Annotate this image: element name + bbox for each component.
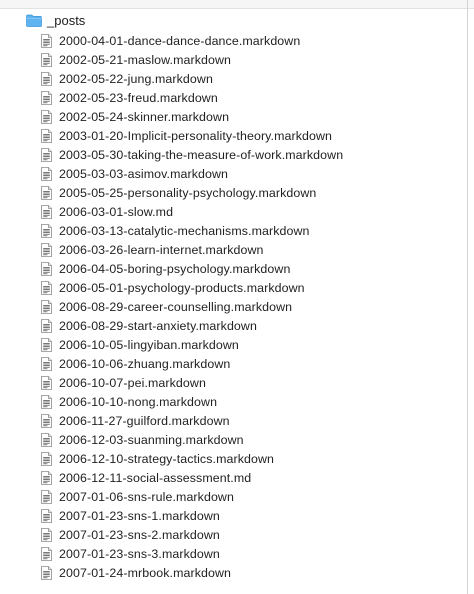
file-row[interactable]: 2005-05-25-personality-psychology.markdo… (0, 183, 474, 202)
file-row[interactable]: 2006-12-11-social-assessment.md (0, 468, 474, 487)
file-row[interactable]: 2006-03-26-learn-internet.markdown (0, 240, 474, 259)
file-name: 2002-05-21-maslow.markdown (59, 52, 232, 67)
file-name: 2006-08-29-start-anxiety.markdown (59, 318, 257, 333)
folder-icon (26, 14, 42, 27)
file-row[interactable]: 2000-04-01-dance-dance-dance.markdown (0, 31, 474, 50)
file-name: 2005-05-25-personality-psychology.markdo… (59, 185, 317, 200)
file-row[interactable]: 2006-03-13-catalytic-mechanisms.markdown (0, 221, 474, 240)
file-row[interactable]: 2005-03-03-asimov.markdown (0, 164, 474, 183)
file-row[interactable]: 2002-05-23-freud.markdown (0, 88, 474, 107)
document-icon (41, 470, 52, 485)
document-icon (41, 33, 52, 48)
file-row[interactable]: 2007-01-23-sns-1.markdown (0, 506, 474, 525)
file-row[interactable]: 2002-05-22-jung.markdown (0, 69, 474, 88)
file-row[interactable]: 2007-01-23-sns-2.markdown (0, 525, 474, 544)
file-name: 2007-01-23-sns-2.markdown (59, 527, 220, 542)
file-name: 2005-03-03-asimov.markdown (59, 166, 229, 181)
file-name: 2006-10-10-nong.markdown (59, 394, 218, 409)
document-icon (41, 413, 52, 428)
file-row[interactable]: 2006-12-10-strategy-tactics.markdown (0, 449, 474, 468)
file-row[interactable]: 2007-01-23-sns-3.markdown (0, 544, 474, 563)
document-icon (41, 432, 52, 447)
file-name: 2006-10-07-pei.markdown (59, 375, 206, 390)
file-name: 2006-12-10-strategy-tactics.markdown (59, 451, 275, 466)
file-name: 2007-01-06-sns-rule.markdown (59, 489, 234, 504)
file-row[interactable]: 2006-05-01-psychology-products.markdown (0, 278, 474, 297)
file-row[interactable]: 2006-12-03-suanming.markdown (0, 430, 474, 449)
file-row[interactable]: 2006-04-05-boring-psychology.markdown (0, 259, 474, 278)
document-icon (41, 147, 52, 162)
file-name: 2007-01-23-sns-3.markdown (59, 546, 220, 561)
document-icon (41, 166, 52, 181)
file-name: 2007-01-23-sns-1.markdown (59, 508, 220, 523)
document-icon (41, 451, 52, 466)
document-icon (41, 527, 52, 542)
file-name: 2006-10-05-lingyiban.markdown (59, 337, 239, 352)
folder-name: _posts (47, 12, 86, 28)
file-row[interactable]: 2002-05-21-maslow.markdown (0, 50, 474, 69)
file-list: _posts 2000-04-01-dance-dance-dance.mark… (0, 9, 474, 582)
file-name: 2006-08-29-career-counselling.markdown (59, 299, 293, 314)
file-row[interactable]: 2002-05-24-skinner.markdown (0, 107, 474, 126)
file-row[interactable]: 2006-10-07-pei.markdown (0, 373, 474, 392)
file-row[interactable]: 2006-10-05-lingyiban.markdown (0, 335, 474, 354)
file-row[interactable]: 2007-01-06-sns-rule.markdown (0, 487, 474, 506)
file-row[interactable]: 2007-01-24-mrbook.markdown (0, 563, 474, 582)
document-icon (41, 52, 52, 67)
file-row[interactable]: 2006-08-29-start-anxiety.markdown (0, 316, 474, 335)
window-edge-divider (467, 0, 468, 594)
file-rows: 2000-04-01-dance-dance-dance.markdown 200… (0, 31, 474, 582)
file-name: 2006-03-26-learn-internet.markdown (59, 242, 264, 257)
document-icon (41, 375, 52, 390)
file-name: 2002-05-24-skinner.markdown (59, 109, 230, 124)
document-icon (41, 508, 52, 523)
file-name: 2002-05-23-freud.markdown (59, 90, 218, 105)
document-icon (41, 280, 52, 295)
document-icon (41, 242, 52, 257)
clipped-toolbar-strip (0, 0, 474, 9)
document-icon (41, 261, 52, 276)
file-row[interactable]: 2006-08-29-career-counselling.markdown (0, 297, 474, 316)
document-icon (41, 185, 52, 200)
file-row[interactable]: 2006-11-27-guilford.markdown (0, 411, 474, 430)
document-icon (41, 223, 52, 238)
document-icon (41, 318, 52, 333)
document-icon (41, 546, 52, 561)
document-icon (41, 565, 52, 580)
file-name: 2006-04-05-boring-psychology.markdown (59, 261, 291, 276)
file-name: 2006-03-01-slow.md (59, 204, 174, 219)
document-icon (41, 71, 52, 86)
file-name: 2006-10-06-zhuang.markdown (59, 356, 231, 371)
document-icon (41, 204, 52, 219)
file-name: 2003-05-30-taking-the-measure-of-work.ma… (59, 147, 344, 162)
document-icon (41, 90, 52, 105)
file-name: 2006-12-03-suanming.markdown (59, 432, 244, 447)
file-name: 2003-01-20-Implicit-personality-theory.m… (59, 128, 333, 143)
file-row[interactable]: 2003-05-30-taking-the-measure-of-work.ma… (0, 145, 474, 164)
file-name: 2000-04-01-dance-dance-dance.markdown (59, 33, 301, 48)
document-icon (41, 109, 52, 124)
file-name: 2002-05-22-jung.markdown (59, 71, 213, 86)
file-name: 2006-11-27-guilford.markdown (59, 413, 230, 428)
file-name: 2007-01-24-mrbook.markdown (59, 565, 232, 580)
document-icon (41, 337, 52, 352)
file-row[interactable]: 2003-01-20-Implicit-personality-theory.m… (0, 126, 474, 145)
file-name: 2006-12-11-social-assessment.md (59, 470, 252, 485)
file-row[interactable]: 2006-10-06-zhuang.markdown (0, 354, 474, 373)
document-icon (41, 299, 52, 314)
document-icon (41, 356, 52, 371)
document-icon (41, 489, 52, 504)
file-row[interactable]: 2006-10-10-nong.markdown (0, 392, 474, 411)
file-row[interactable]: 2006-03-01-slow.md (0, 202, 474, 221)
file-name: 2006-03-13-catalytic-mechanisms.markdown (59, 223, 310, 238)
document-icon (41, 128, 52, 143)
file-name: 2006-05-01-psychology-products.markdown (59, 280, 305, 295)
document-icon (41, 394, 52, 409)
folder-row-posts[interactable]: _posts (0, 9, 474, 31)
